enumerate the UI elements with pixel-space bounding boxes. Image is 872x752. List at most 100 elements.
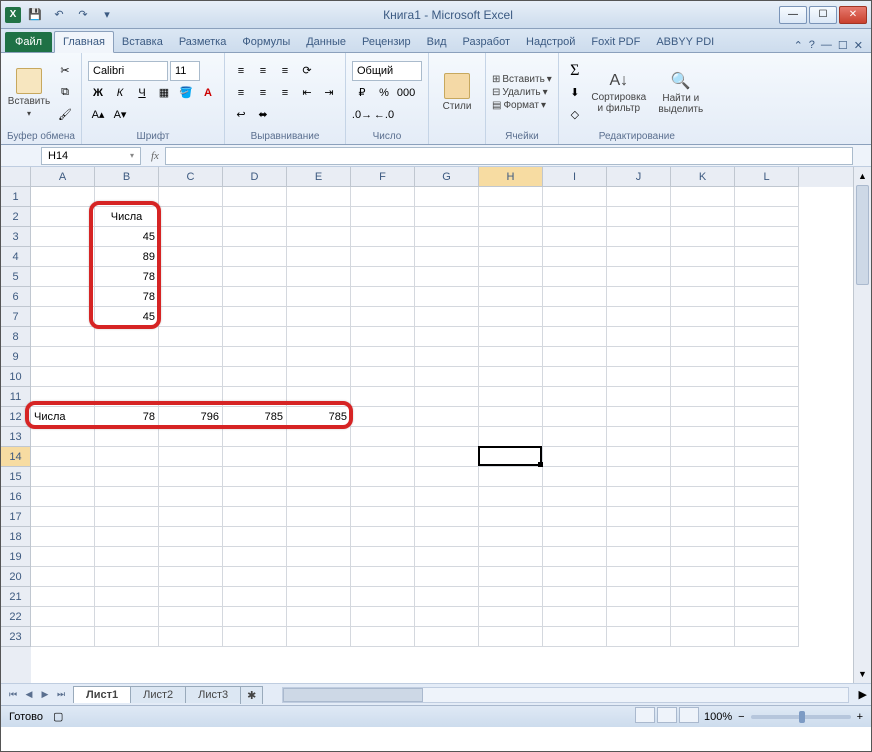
tab-review[interactable]: Рецензир [354, 32, 419, 52]
cell-F18[interactable] [351, 527, 415, 547]
cell-G17[interactable] [415, 507, 479, 527]
cell-J8[interactable] [607, 327, 671, 347]
cell-L12[interactable] [735, 407, 799, 427]
cell-I11[interactable] [543, 387, 607, 407]
cell-D4[interactable] [223, 247, 287, 267]
cell-J18[interactable] [607, 527, 671, 547]
cell-A6[interactable] [31, 287, 95, 307]
cell-C10[interactable] [159, 367, 223, 387]
cell-H14[interactable] [479, 447, 543, 467]
row-header-18[interactable]: 18 [1, 527, 31, 547]
cell-A21[interactable] [31, 587, 95, 607]
grow-font-button[interactable]: A▴ [88, 105, 108, 125]
cell-H7[interactable] [479, 307, 543, 327]
styles-button[interactable]: Стили [435, 60, 479, 126]
select-all-corner[interactable] [1, 167, 31, 187]
cell-A4[interactable] [31, 247, 95, 267]
cell-J20[interactable] [607, 567, 671, 587]
autosum-button[interactable]: Σ [565, 61, 585, 81]
cell-A23[interactable] [31, 627, 95, 647]
cell-J19[interactable] [607, 547, 671, 567]
cell-B9[interactable] [95, 347, 159, 367]
cell-L13[interactable] [735, 427, 799, 447]
cell-F5[interactable] [351, 267, 415, 287]
cell-E4[interactable] [287, 247, 351, 267]
cell-B6[interactable]: 78 [95, 287, 159, 307]
cell-D17[interactable] [223, 507, 287, 527]
cell-H18[interactable] [479, 527, 543, 547]
cell-J4[interactable] [607, 247, 671, 267]
cell-C1[interactable] [159, 187, 223, 207]
cell-H12[interactable] [479, 407, 543, 427]
cell-B14[interactable] [95, 447, 159, 467]
cell-A7[interactable] [31, 307, 95, 327]
tab-addins[interactable]: Надстрой [518, 32, 583, 52]
cell-K22[interactable] [671, 607, 735, 627]
cell-C13[interactable] [159, 427, 223, 447]
hscroll-thumb[interactable] [283, 688, 423, 702]
column-header-G[interactable]: G [415, 167, 479, 187]
copy-button[interactable]: ⧉ [55, 83, 75, 103]
row-header-5[interactable]: 5 [1, 267, 31, 287]
cell-E9[interactable] [287, 347, 351, 367]
column-header-C[interactable]: C [159, 167, 223, 187]
cell-F4[interactable] [351, 247, 415, 267]
cell-H3[interactable] [479, 227, 543, 247]
cell-F9[interactable] [351, 347, 415, 367]
cell-F14[interactable] [351, 447, 415, 467]
cell-J12[interactable] [607, 407, 671, 427]
column-header-D[interactable]: D [223, 167, 287, 187]
cell-H23[interactable] [479, 627, 543, 647]
cell-K18[interactable] [671, 527, 735, 547]
cell-K19[interactable] [671, 547, 735, 567]
clear-button[interactable]: ◇ [565, 105, 585, 125]
cell-G8[interactable] [415, 327, 479, 347]
row-headers[interactable]: 1234567891011121314151617181920212223 [1, 187, 31, 683]
cell-L2[interactable] [735, 207, 799, 227]
cell-L23[interactable] [735, 627, 799, 647]
cell-I3[interactable] [543, 227, 607, 247]
column-header-A[interactable]: A [31, 167, 95, 187]
cell-B17[interactable] [95, 507, 159, 527]
cell-G18[interactable] [415, 527, 479, 547]
cell-J21[interactable] [607, 587, 671, 607]
cell-C15[interactable] [159, 467, 223, 487]
cell-E23[interactable] [287, 627, 351, 647]
cell-H17[interactable] [479, 507, 543, 527]
zoom-value[interactable]: 100% [704, 711, 732, 723]
cell-A20[interactable] [31, 567, 95, 587]
percent-button[interactable]: % [374, 83, 394, 103]
row-header-2[interactable]: 2 [1, 207, 31, 227]
minimize-ribbon-button[interactable]: ⌃ [794, 39, 803, 52]
cell-B15[interactable] [95, 467, 159, 487]
maximize-button[interactable]: ☐ [809, 6, 837, 24]
cell-D18[interactable] [223, 527, 287, 547]
delete-cells-button[interactable]: ⊟ Удалить ▾ [492, 87, 552, 98]
cell-F16[interactable] [351, 487, 415, 507]
save-button[interactable]: 💾 [25, 5, 45, 25]
cell-C18[interactable] [159, 527, 223, 547]
row-header-22[interactable]: 22 [1, 607, 31, 627]
align-left-button[interactable]: ≡ [231, 83, 251, 103]
cell-H2[interactable] [479, 207, 543, 227]
row-header-20[interactable]: 20 [1, 567, 31, 587]
cell-F8[interactable] [351, 327, 415, 347]
cell-B2[interactable]: Числа [95, 207, 159, 227]
cell-D7[interactable] [223, 307, 287, 327]
cell-K15[interactable] [671, 467, 735, 487]
tab-data[interactable]: Данные [298, 32, 354, 52]
underline-button[interactable]: Ч [132, 83, 152, 103]
indent-dec-button[interactable]: ⇤ [297, 83, 317, 103]
cell-B20[interactable] [95, 567, 159, 587]
column-header-I[interactable]: I [543, 167, 607, 187]
cell-E14[interactable] [287, 447, 351, 467]
cell-H8[interactable] [479, 327, 543, 347]
cell-D9[interactable] [223, 347, 287, 367]
cell-B19[interactable] [95, 547, 159, 567]
tab-nav-prev[interactable]: ◀ [21, 689, 37, 700]
column-header-E[interactable]: E [287, 167, 351, 187]
row-header-3[interactable]: 3 [1, 227, 31, 247]
cell-F15[interactable] [351, 467, 415, 487]
cell-C17[interactable] [159, 507, 223, 527]
tab-view[interactable]: Вид [419, 32, 455, 52]
